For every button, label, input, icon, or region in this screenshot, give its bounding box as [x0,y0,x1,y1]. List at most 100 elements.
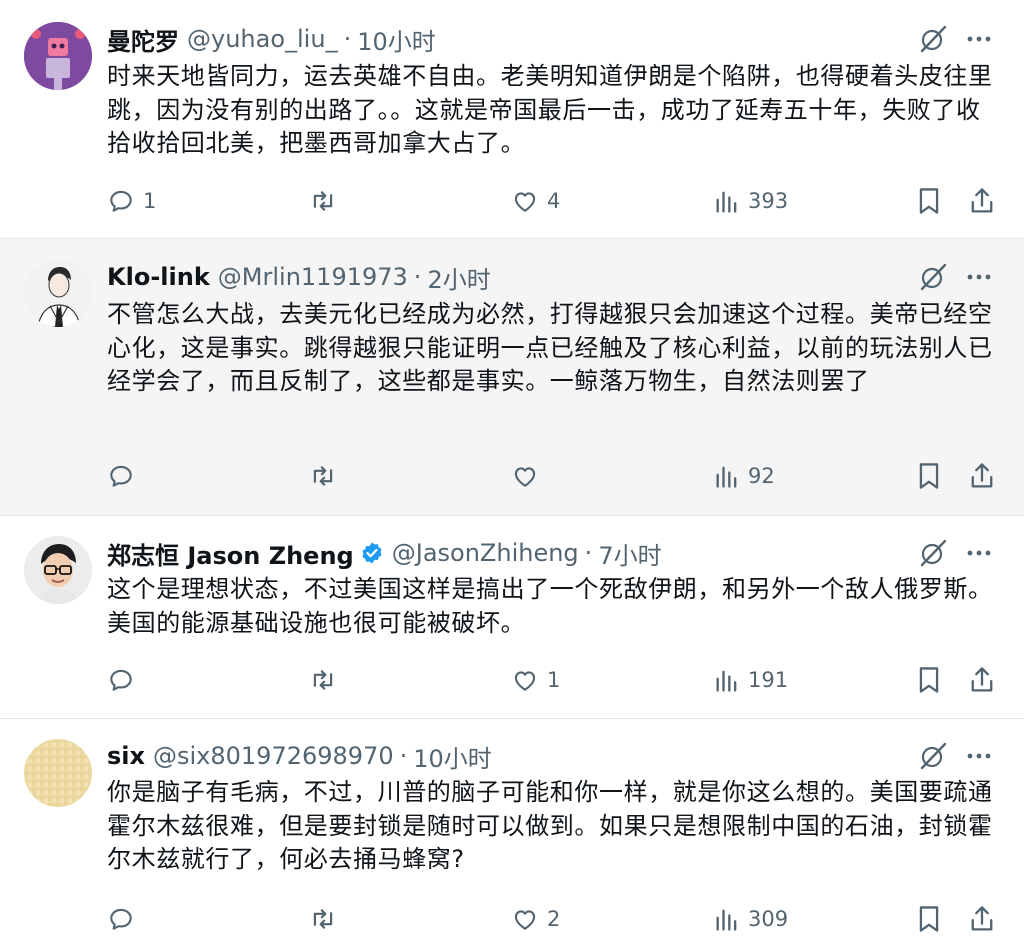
action-bar: 1 4 393 [0,184,1024,218]
heart-icon [511,187,539,215]
tweet-text: 不管怎么大战，去美元化已经成为必然，打得越狠只会加速这个过程。美帝已经空心化，这… [107,300,993,395]
reply-icon [107,187,135,215]
grok-icon[interactable] [918,262,948,292]
reply-button[interactable]: 1 [107,184,156,218]
heart-icon [511,905,539,933]
action-bar: 92 [0,459,1024,493]
retweet-icon [308,187,338,215]
action-bar: 2 309 [0,902,1024,936]
tweet[interactable]: 郑志恒 Jason Zheng @JasonZhiheng · 7小时 这个是理… [0,516,1024,718]
share-button[interactable] [968,663,996,697]
bookmark-button[interactable] [916,902,942,936]
reply-button[interactable] [107,459,143,493]
user-handle[interactable]: @six801972698970 [153,742,394,770]
separator-dot: · [343,25,352,53]
views-count: 191 [748,668,789,692]
share-button[interactable] [968,184,996,218]
tweet-header: Klo-link @Mrlin1191973 · 2小时 [107,260,491,294]
retweet-button[interactable] [308,184,346,218]
bookmark-icon [916,904,942,934]
timestamp[interactable]: 10小时 [413,739,492,774]
share-button[interactable] [968,902,996,936]
separator-dot: · [413,263,422,291]
bookmark-button[interactable] [916,184,942,218]
tweet-text: 时来天地皆同力，运去英雄不自由。老美明知道伊朗是个陷阱，也得硬着头皮往里跳，因为… [107,62,993,157]
avatar[interactable] [24,22,92,90]
share-button[interactable] [968,459,996,493]
retweet-icon [308,462,338,490]
bookmark-icon [916,461,942,491]
display-name[interactable]: six [107,742,145,770]
avatar[interactable] [24,259,92,327]
bookmark-button[interactable] [916,459,942,493]
display-name[interactable]: Klo-link [107,263,210,291]
verified-badge-icon [360,541,384,565]
retweet-icon [308,666,338,694]
views-button[interactable]: 191 [714,663,788,697]
like-button[interactable] [511,459,547,493]
views-count: 309 [748,907,789,931]
share-icon [968,665,996,695]
avatar[interactable] [24,739,92,807]
grok-icon[interactable] [918,741,948,771]
like-button[interactable]: 1 [511,663,560,697]
like-count: 2 [547,907,561,931]
tweet-text: 这个是理想状态，不过美国这样是搞出了一个死敌伊朗，和另外一个敌人俄罗斯。美国的能… [107,575,993,637]
views-icon [714,462,740,490]
timestamp[interactable]: 10小时 [357,22,436,57]
reply-icon [107,905,135,933]
views-count: 92 [748,464,775,488]
user-handle[interactable]: @JasonZhiheng [392,539,579,567]
tweet[interactable]: Klo-link @Mrlin1191973 · 2小时 不管怎么大战，去美元化… [0,239,1024,515]
user-handle[interactable]: @yuhao_liu_ [187,25,338,53]
reply-button[interactable] [107,663,143,697]
display-name[interactable]: 曼陀罗 [107,22,179,57]
more-icon[interactable] [964,741,994,771]
share-icon [968,461,996,491]
reply-icon [107,666,135,694]
tweet-header: 郑志恒 Jason Zheng @JasonZhiheng · 7小时 [107,536,662,570]
retweet-button[interactable] [308,902,346,936]
retweet-button[interactable] [308,663,346,697]
reply-icon [107,462,135,490]
reply-button[interactable] [107,902,143,936]
like-button[interactable]: 4 [511,184,560,218]
user-handle[interactable]: @Mrlin1191973 [218,263,408,291]
views-button[interactable]: 393 [714,184,788,218]
views-count: 393 [748,189,789,213]
more-icon[interactable] [964,24,994,54]
like-count: 1 [547,668,561,692]
views-icon [714,187,740,215]
bookmark-icon [916,186,942,216]
bookmark-button[interactable] [916,663,942,697]
heart-icon [511,666,539,694]
share-icon [968,186,996,216]
more-icon[interactable] [964,538,994,568]
bookmark-icon [916,665,942,695]
views-icon [714,905,740,933]
separator-dot: · [399,742,408,770]
timestamp[interactable]: 2小时 [427,260,490,295]
avatar[interactable] [24,536,92,604]
tweet-text: 你是脑子有毛病，不过，川普的脑子可能和你一样，就是你这么想的。美国要疏通霍尔木兹… [107,778,993,873]
views-button[interactable]: 309 [714,902,788,936]
timestamp[interactable]: 7小时 [598,536,661,571]
tweet[interactable]: 曼陀罗 @yuhao_liu_ · 10小时 时来天地皆同力，运去英雄不自由。老… [0,0,1024,238]
heart-icon [511,462,539,490]
display-name[interactable]: 郑志恒 Jason Zheng [107,536,354,571]
more-icon[interactable] [964,262,994,292]
grok-icon[interactable] [918,24,948,54]
share-icon [968,904,996,934]
grok-icon[interactable] [918,538,948,568]
action-bar: 1 191 [0,663,1024,697]
like-button[interactable]: 2 [511,902,560,936]
retweet-button[interactable] [308,459,346,493]
tweet-header: six @six801972698970 · 10小时 [107,739,492,773]
separator-dot: · [584,539,593,567]
views-icon [714,666,740,694]
views-button[interactable]: 92 [714,459,775,493]
like-count: 4 [547,189,561,213]
tweet-header: 曼陀罗 @yuhao_liu_ · 10小时 [107,22,436,56]
tweet[interactable]: six @six801972698970 · 10小时 你是脑子有毛病，不过，川… [0,719,1024,943]
reply-count: 1 [143,189,157,213]
